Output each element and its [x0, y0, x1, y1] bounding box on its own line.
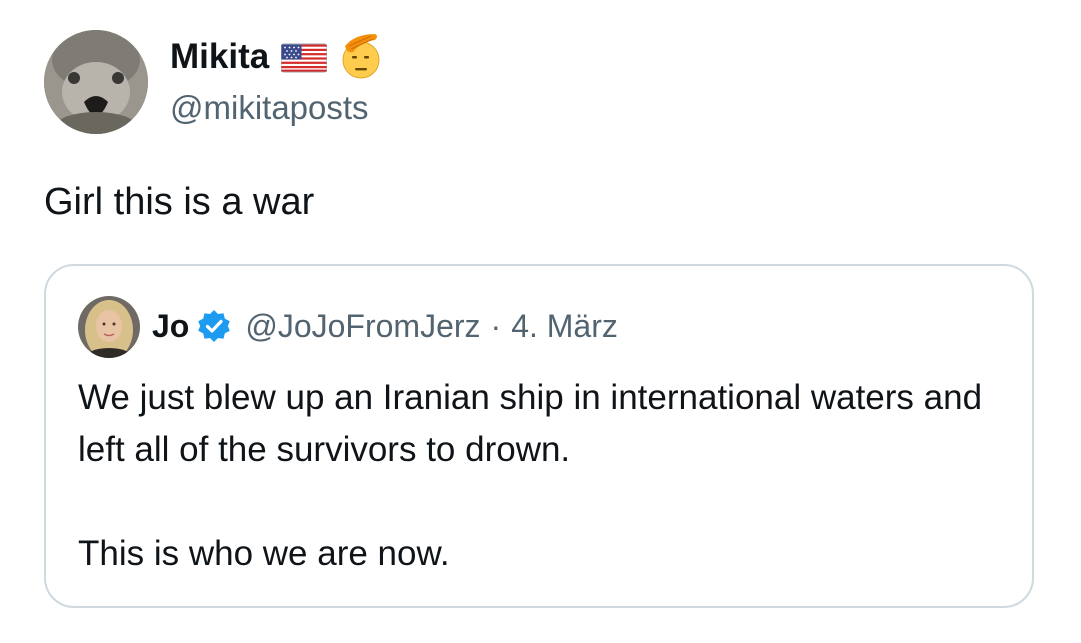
quoted-paragraph-2: This is who we are now. [78, 534, 450, 573]
author-avatar[interactable] [44, 30, 148, 134]
quoted-paragraph-1: We just blew up an Iranian ship in inter… [78, 378, 983, 469]
quoted-author-handle[interactable]: @JoJoFromJerz [245, 304, 480, 348]
quoted-tweet-card[interactable]: Jo @JoJoFromJerz · 4. März We just blew … [44, 264, 1034, 608]
saluting-face-icon [331, 30, 385, 80]
quoted-tweet-header: Jo @JoJoFromJerz · 4. März [152, 304, 618, 348]
verified-badge-icon [197, 309, 231, 343]
quoted-tweet-text: We just blew up an Iranian ship in inter… [78, 372, 1008, 580]
tweet-text: Girl this is a war [44, 181, 315, 223]
quoted-tweet-date[interactable]: 4. März [511, 304, 618, 348]
header-separator: · [490, 308, 502, 344]
author-display-name[interactable]: Mikita [170, 34, 385, 80]
author-name-text: Mikita [170, 37, 270, 76]
author-handle[interactable]: @mikitaposts [170, 86, 369, 130]
quoted-author-avatar[interactable] [78, 296, 140, 358]
quoted-author-name[interactable]: Jo [152, 304, 189, 348]
tweet-container: Mikita @mikitaposts Girl this is a war J… [0, 0, 1081, 643]
us-flag-icon [280, 41, 328, 73]
